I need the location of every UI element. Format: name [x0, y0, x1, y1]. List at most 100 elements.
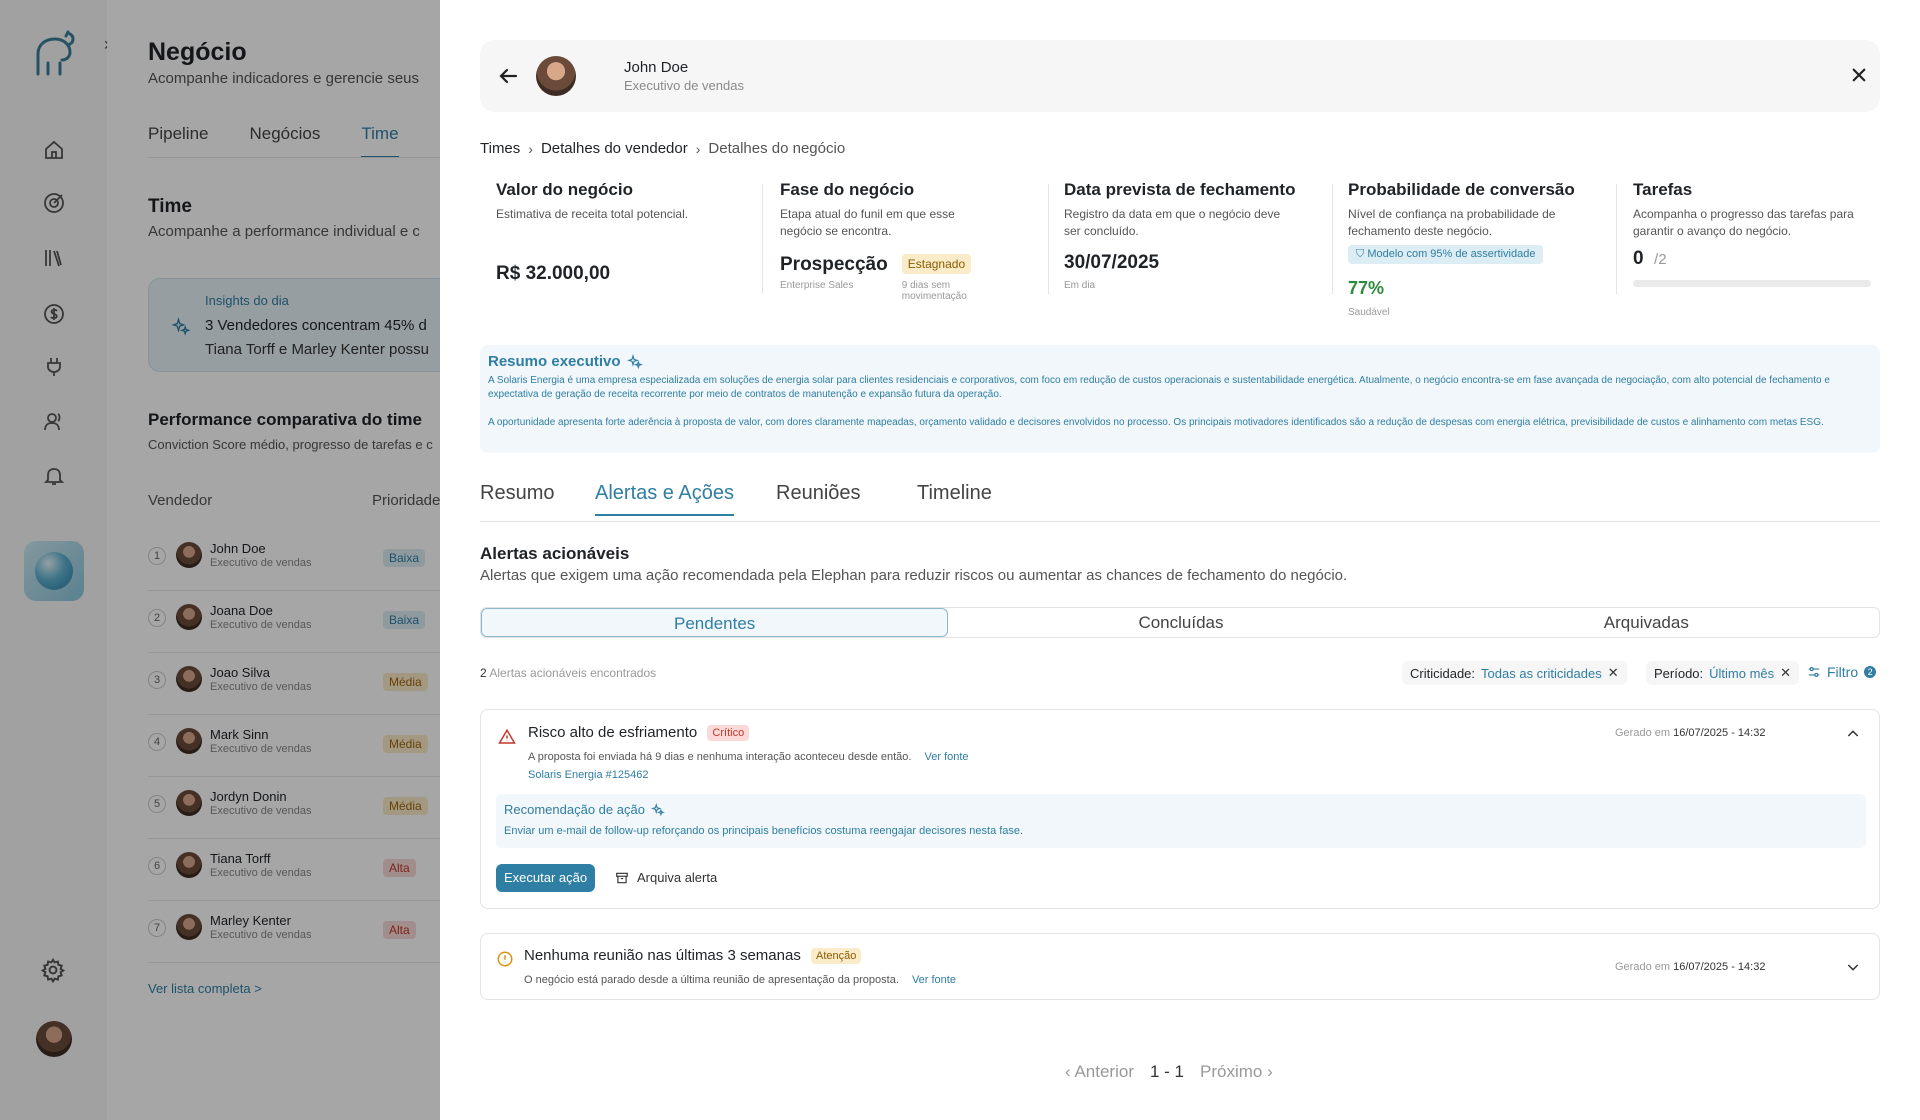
- status-segmented-control: Pendentes Concluídas Arquivadas: [480, 607, 1880, 638]
- breadcrumb-current: Detalhes do negócio: [708, 140, 846, 157]
- kpi-status: Saudável: [1348, 307, 1390, 318]
- sparkle-icon: [626, 353, 643, 369]
- tab-resumo[interactable]: Resumo: [480, 482, 554, 505]
- kpi-stage: Prospecção Enterprise Sales: [780, 254, 888, 302]
- kpi-value: 30/07/2025: [1064, 252, 1160, 273]
- chevron-up-icon[interactable]: [1845, 726, 1861, 742]
- previous-page-button[interactable]: ‹ Anterior: [1065, 1062, 1134, 1082]
- kpi-description: Registro da data em que o negócio deve s…: [1064, 207, 1281, 238]
- alert-card[interactable]: Nenhuma reunião nas últimas 3 semanas At…: [480, 933, 1880, 1000]
- previous-label: Anterior: [1074, 1062, 1134, 1081]
- breadcrumb-seller[interactable]: Detalhes do vendedor: [541, 140, 688, 157]
- alert-title-row: Risco alto de esfriamento Crítico: [528, 724, 750, 742]
- info-circle-icon: [497, 951, 513, 967]
- chip-label: Criticidade:: [1410, 665, 1476, 681]
- generated-at: Gerado em 16/07/2025 - 14:32: [1615, 961, 1765, 973]
- model-badge: ⛉ Modelo com 95% de assertividade: [1348, 245, 1544, 264]
- modal-backdrop[interactable]: [0, 0, 440, 1120]
- alert-source[interactable]: Solaris Energia #125462: [528, 769, 648, 781]
- kpi-value: 77%: [1348, 278, 1385, 298]
- view-source-link[interactable]: Ver fonte: [925, 751, 969, 763]
- summary-paragraph-2: A oportunidade apresenta forte aderência…: [488, 417, 1824, 428]
- next-page-button[interactable]: Próximo ›: [1200, 1062, 1273, 1082]
- kpi-tarefas: Tarefas Acompanha o progresso das tarefa…: [1633, 180, 1873, 300]
- close-icon[interactable]: ✕: [1780, 665, 1791, 681]
- summary-title: Resumo executivo: [488, 353, 621, 370]
- tasks-done: 0: [1633, 248, 1644, 269]
- chip-value: Todas as criticidades: [1481, 665, 1602, 681]
- task-count: 0 /2: [1633, 248, 1873, 270]
- segment-pendentes[interactable]: Pendentes: [481, 608, 949, 637]
- alert-title: Risco alto de esfriamento: [528, 724, 698, 741]
- arrow-left-icon[interactable]: [496, 64, 520, 88]
- results-count: 2 Alertas acionáveis encontrados: [480, 666, 656, 680]
- tasks-progress-bar: [1633, 280, 1871, 287]
- kpi-divider: [1048, 184, 1049, 294]
- execute-action-button[interactable]: Executar ação: [496, 864, 596, 892]
- segment-arquivadas[interactable]: Arquivadas: [1414, 608, 1879, 637]
- filter-label: Filtro: [1827, 664, 1859, 680]
- kpi-divider: [1616, 184, 1617, 294]
- archive-label: Arquiva alerta: [637, 870, 718, 885]
- results-label: Alertas acionáveis encontrados: [489, 666, 657, 680]
- period-filter-chip[interactable]: Período: Último mês ✕: [1646, 661, 1800, 685]
- archive-icon: [616, 872, 628, 883]
- kpi-data: Data prevista de fechamento Registro da …: [1064, 180, 1319, 300]
- kpi-title: Tarefas: [1633, 180, 1693, 199]
- next-label: Próximo: [1200, 1062, 1263, 1081]
- deal-details-drawer: John Doe Executivo de vendas Times › Det…: [440, 0, 1920, 1120]
- kpi-title: Valor do negócio: [496, 180, 633, 199]
- kpi-value: Prospecção: [780, 254, 888, 275]
- generated-label: Gerado em: [1615, 961, 1671, 973]
- generated-timestamp: 16/07/2025 - 14:32: [1673, 727, 1766, 739]
- seller-avatar: [536, 56, 576, 96]
- chevron-down-icon[interactable]: [1845, 959, 1861, 975]
- generated-timestamp: 16/07/2025 - 14:32: [1673, 961, 1766, 973]
- sparkle-icon: [651, 802, 665, 816]
- kpi-description: Etapa atual do funil em que esse negócio…: [780, 207, 955, 238]
- kpi-divider: [762, 184, 763, 294]
- summary-heading: Resumo executivo: [488, 353, 1872, 370]
- generated-label: Gerado em: [1615, 727, 1671, 739]
- alert-card: Risco alto de esfriamento Crítico A prop…: [480, 709, 1880, 909]
- kpi-title: Fase do negócio: [780, 180, 915, 199]
- results-number: 2: [480, 666, 487, 680]
- view-source-link[interactable]: Ver fonte: [912, 974, 956, 986]
- tab-alertas[interactable]: Alertas e Ações: [595, 482, 734, 516]
- alerts-title: Alertas acionáveis: [480, 544, 630, 563]
- drawer-header: John Doe Executivo de vendas: [480, 40, 1880, 112]
- chevron-right-icon: ›: [695, 140, 701, 157]
- tab-reunioes[interactable]: Reuniões: [776, 482, 861, 505]
- archive-alert-button[interactable]: Arquiva alerta: [615, 870, 717, 885]
- chip-label: Período:: [1654, 665, 1704, 681]
- alert-description-row: O negócio está parado desde a última reu…: [524, 974, 956, 986]
- criticality-filter-chip[interactable]: Criticidade: Todas as criticidades ✕: [1402, 661, 1627, 685]
- chevron-right-icon: ›: [1262, 1062, 1273, 1081]
- seller-role: Executivo de vendas: [624, 78, 744, 93]
- breadcrumb-times[interactable]: Times: [480, 140, 520, 157]
- sliders-icon: [1808, 667, 1820, 677]
- alert-title-row: Nenhuma reunião nas últimas 3 semanas At…: [524, 947, 862, 965]
- model-badge-wrap: ⛉ Modelo com 95% de assertividade: [1348, 244, 1588, 264]
- kpi-fase: Fase do negócio Etapa atual do funil em …: [780, 180, 1030, 302]
- executive-summary: Resumo executivo A Solaris Energia é uma…: [480, 345, 1880, 453]
- shield-icon: ⛉: [1356, 248, 1368, 260]
- summary-paragraph-1: A Solaris Energia é uma empresa especial…: [488, 375, 1830, 400]
- close-icon[interactable]: ✕: [1608, 665, 1619, 681]
- kpi-description: Estimativa de receita total potencial.: [496, 207, 689, 221]
- segment-concluidas[interactable]: Concluídas: [948, 608, 1413, 637]
- warning-triangle-icon: [498, 728, 516, 744]
- pagination: ‹ Anterior 1 - 1 Próximo ›: [1065, 1062, 1273, 1082]
- close-icon[interactable]: [1850, 66, 1868, 84]
- recommendation-description: Enviar um e-mail de follow-up reforçando…: [504, 825, 1024, 837]
- deal-tabs: Resumo Alertas e Ações Reuniões Timeline: [480, 482, 1880, 522]
- kpi-title: Data prevista de fechamento: [1064, 180, 1296, 199]
- stagnation-detail: 9 dias sem movimentação: [901, 280, 967, 302]
- kpi-description: Acompanha o progresso das tarefas para g…: [1633, 207, 1854, 238]
- tab-timeline[interactable]: Timeline: [917, 482, 992, 505]
- recommendation-box: Recomendação de ação Enviar um e-mail de…: [496, 794, 1866, 848]
- filter-button[interactable]: Filtro 2: [1807, 664, 1877, 680]
- kpi-title: Probabilidade de conversão: [1348, 180, 1575, 199]
- alerts-subtitle: Alertas que exigem uma ação recomendada …: [480, 567, 1348, 584]
- filter-count: 2: [1864, 666, 1877, 678]
